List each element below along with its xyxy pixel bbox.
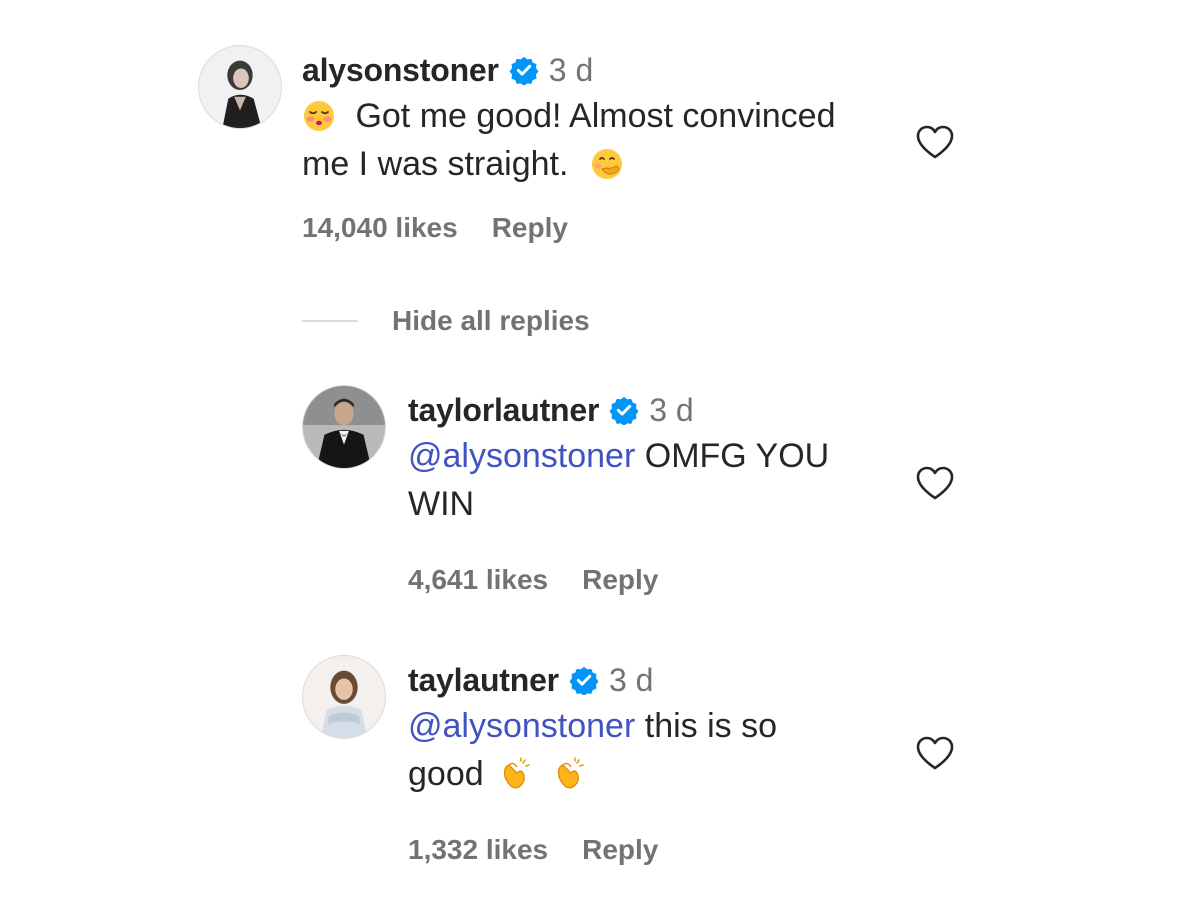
thread-divider-line [302,320,358,322]
avatar-taylautner[interactable] [302,655,386,739]
reply-text-line1: this is so [635,707,778,745]
comment-alysonstoner: alysonstoner 3 d Got me good! Almost con… [302,50,902,244]
reply-taylorlautner: taylorlautner 3 d @alysonstoner OMFG YOU… [408,390,888,596]
reply-meta: 4,641 likes Reply [408,564,888,596]
reply-taylautner: taylautner 3 d @alysonstoner this is so … [408,660,888,866]
verified-badge-icon [509,55,539,85]
avatar-taylorlautner[interactable] [302,385,386,469]
mention-link[interactable]: @alysonstoner [408,707,635,745]
reply-username[interactable]: taylorlautner [408,392,599,429]
comment-meta: 14,040 likes Reply [302,212,902,244]
reply-text-line2: good [408,755,484,793]
reply-text-line1: OMFG YOU [635,437,830,475]
reply-header: taylorlautner 3 d [408,390,888,430]
reply-button[interactable]: Reply [582,564,658,596]
heart-outline-icon[interactable] [915,465,955,501]
avatar-photo [199,46,281,128]
comment-text-line2: me I was straight. [302,145,569,183]
like-count[interactable]: 4,641 likes [408,564,548,596]
hide-replies-toggle[interactable]: Hide all replies [302,300,590,342]
heart-outline-icon[interactable] [915,735,955,771]
kissing-face-emoji-icon [302,99,336,133]
heart-outline-icon[interactable] [915,124,955,160]
reply-text: @alysonstoner this is so good [408,702,888,798]
face-with-hand-over-mouth-emoji-icon [590,147,624,181]
avatar-photo [303,656,385,738]
reply-text-line2: WIN [408,485,475,523]
reply-meta: 1,332 likes Reply [408,834,888,866]
reply-button[interactable]: Reply [582,834,658,866]
comment-header: alysonstoner 3 d [302,50,902,90]
comment-username[interactable]: alysonstoner [302,52,499,89]
reply-text: @alysonstoner OMFG YOU WIN [408,432,888,528]
reply-username[interactable]: taylautner [408,662,559,699]
avatar-photo [303,386,385,468]
clapping-hands-emoji-icon [497,757,531,791]
verified-badge-icon [569,665,599,695]
reply-timestamp: 3 d [608,661,654,698]
like-count[interactable]: 14,040 likes [302,212,458,244]
hide-replies-label[interactable]: Hide all replies [392,305,590,337]
verified-badge-icon [609,395,639,425]
comment-text-line1: Got me good! Almost convinced [355,97,836,135]
clapping-hands-emoji-icon [551,757,585,791]
reply-header: taylautner 3 d [408,660,888,700]
reply-button[interactable]: Reply [492,212,568,244]
mention-link[interactable]: @alysonstoner [408,437,635,475]
avatar-alysonstoner[interactable] [198,45,282,129]
like-count[interactable]: 1,332 likes [408,834,548,866]
comment-timestamp: 3 d [548,51,594,88]
reply-timestamp: 3 d [649,391,694,428]
comment-text: Got me good! Almost convinced me I was s… [302,92,902,188]
